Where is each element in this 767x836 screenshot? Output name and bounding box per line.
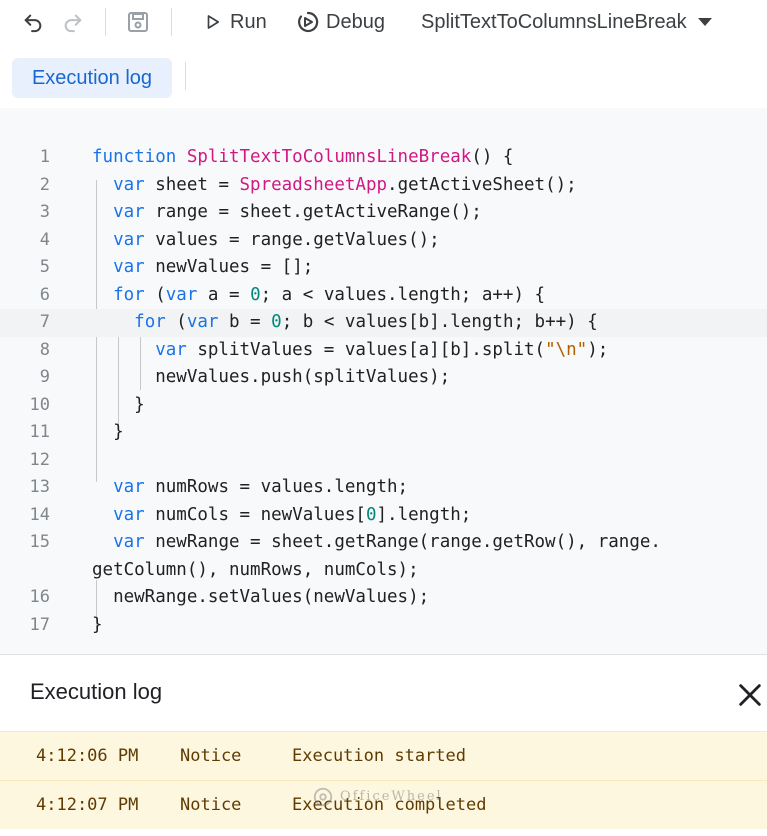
code-line: 9 newValues.push(splitValues); — [0, 364, 767, 392]
code-line: 17} — [0, 612, 767, 640]
close-icon[interactable] — [736, 681, 764, 709]
save-button[interactable] — [126, 0, 150, 44]
code-text: var newRange = sheet.getRange(range.getR… — [113, 532, 661, 552]
code-line: 1 function SplitTextToColumnsLineBreak() … — [0, 144, 767, 172]
line-number: 1 — [39, 147, 50, 167]
line-number: 14 — [29, 504, 50, 525]
code-text: var range = sheet.getActiveRange(); — [113, 202, 482, 222]
log-message: Execution started — [292, 746, 466, 766]
code-text: function SplitTextToColumnsLineBreak() { — [92, 147, 514, 167]
code-line: 15 var newRange = sheet.getRange(range.g… — [0, 529, 767, 557]
code-line: getColumn(), numRows, numCols); — [0, 557, 767, 585]
play-icon — [207, 15, 220, 29]
code-text: getColumn(), numRows, numCols); — [92, 559, 419, 580]
code-line: 5 var newValues = []; — [0, 254, 767, 282]
execution-log-title: Execution log — [30, 679, 163, 704]
line-number: 5 — [39, 257, 50, 277]
code-text: } — [92, 422, 124, 442]
run-label: Run — [230, 10, 267, 33]
code-line: 16 newRange.setValues(newValues); — [0, 584, 767, 612]
redo-icon — [64, 14, 82, 33]
toolbar-divider — [105, 8, 106, 36]
line-number: 15 — [29, 532, 50, 552]
code-line: 14 var numCols = newValues[0].length; — [0, 502, 767, 530]
debug-label: Debug — [326, 10, 385, 33]
code-text: var sheet = SpreadsheetApp.getActiveShee… — [113, 174, 577, 195]
code-line: 12 — [0, 447, 767, 475]
log-time: 4:12:07 PM — [36, 795, 139, 815]
debug-icon — [298, 11, 319, 33]
undo-button[interactable] — [22, 0, 44, 44]
code-line: 3 var range = sheet.getActiveRange(); — [0, 199, 767, 227]
line-number: 17 — [29, 614, 50, 635]
line-number: 8 — [39, 339, 50, 360]
function-select[interactable]: SplitTextToColumnsLineBreak — [421, 0, 713, 44]
redo-button[interactable] — [62, 0, 84, 44]
line-number: 9 — [39, 367, 50, 387]
code-text: } — [92, 614, 103, 635]
code-text: for (var a = 0; a < values.length; a++) … — [113, 284, 546, 305]
code-line: 8 var splitValues = values[a][b].split("… — [0, 337, 767, 365]
line-number: 13 — [29, 477, 50, 497]
code-text: var numCols = newValues[0].length; — [113, 504, 472, 525]
code-line: 2 var sheet = SpreadsheetApp.getActiveSh… — [0, 172, 767, 200]
code-line: 10 } — [0, 392, 767, 420]
watermark-logo: OfficeWheel — [312, 780, 460, 816]
run-button[interactable]: Run — [204, 0, 267, 44]
caret-down-icon — [697, 18, 712, 26]
execution-log-tab[interactable]: Execution log — [12, 58, 172, 98]
tab-bar: Execution log — [0, 50, 767, 109]
log-row: 4:12:06 PM Notice Execution started — [0, 731, 767, 780]
log-level: Notice — [180, 746, 242, 766]
tab-divider — [185, 62, 186, 90]
code-text: var splitValues = values[a][b].split("\n… — [155, 339, 609, 360]
debug-button[interactable]: Debug — [296, 0, 385, 44]
line-number: 6 — [39, 284, 50, 305]
code-text: var newValues = []; — [113, 257, 314, 277]
line-number: 16 — [29, 587, 50, 607]
code-text: } — [92, 394, 145, 415]
log-time: 4:12:06 PM — [36, 746, 139, 766]
line-number: 12 — [29, 449, 50, 470]
function-select-value: SplitTextToColumnsLineBreak — [421, 10, 687, 33]
watermark-text: OfficeWheel — [340, 789, 443, 804]
line-number: 3 — [39, 202, 50, 222]
line-number: 11 — [29, 422, 50, 442]
line-number: 10 — [29, 394, 50, 415]
code-text: newRange.setValues(newValues); — [92, 587, 430, 607]
code-text: var values = range.getValues(); — [113, 229, 440, 250]
line-number: 2 — [39, 174, 50, 195]
code-line: 7 for (var b = 0; b < values[b].length; … — [0, 309, 767, 337]
toolbar-divider — [171, 8, 172, 36]
code-line: 6 for (var a = 0; a < values.length; a++… — [0, 282, 767, 310]
code-line: 4 var values = range.getValues(); — [0, 227, 767, 255]
code-line: 11 } — [0, 419, 767, 447]
log-level: Notice — [180, 795, 242, 815]
line-number: 4 — [39, 229, 50, 250]
save-icon — [128, 12, 148, 32]
undo-icon — [24, 14, 42, 33]
code-text: var numRows = values.length; — [113, 477, 409, 497]
toolbar: Run Debug SplitTextToColumnsLineBreak — [0, 0, 767, 44]
line-number: 7 — [39, 312, 50, 332]
code-text: for (var b = 0; b < values[b].length; b+… — [134, 312, 598, 332]
code-text: newValues.push(splitValues); — [92, 367, 451, 387]
code-editor[interactable]: 1 function SplitTextToColumnsLineBreak() … — [0, 108, 767, 654]
code-line: 13 var numRows = values.length; — [0, 474, 767, 502]
